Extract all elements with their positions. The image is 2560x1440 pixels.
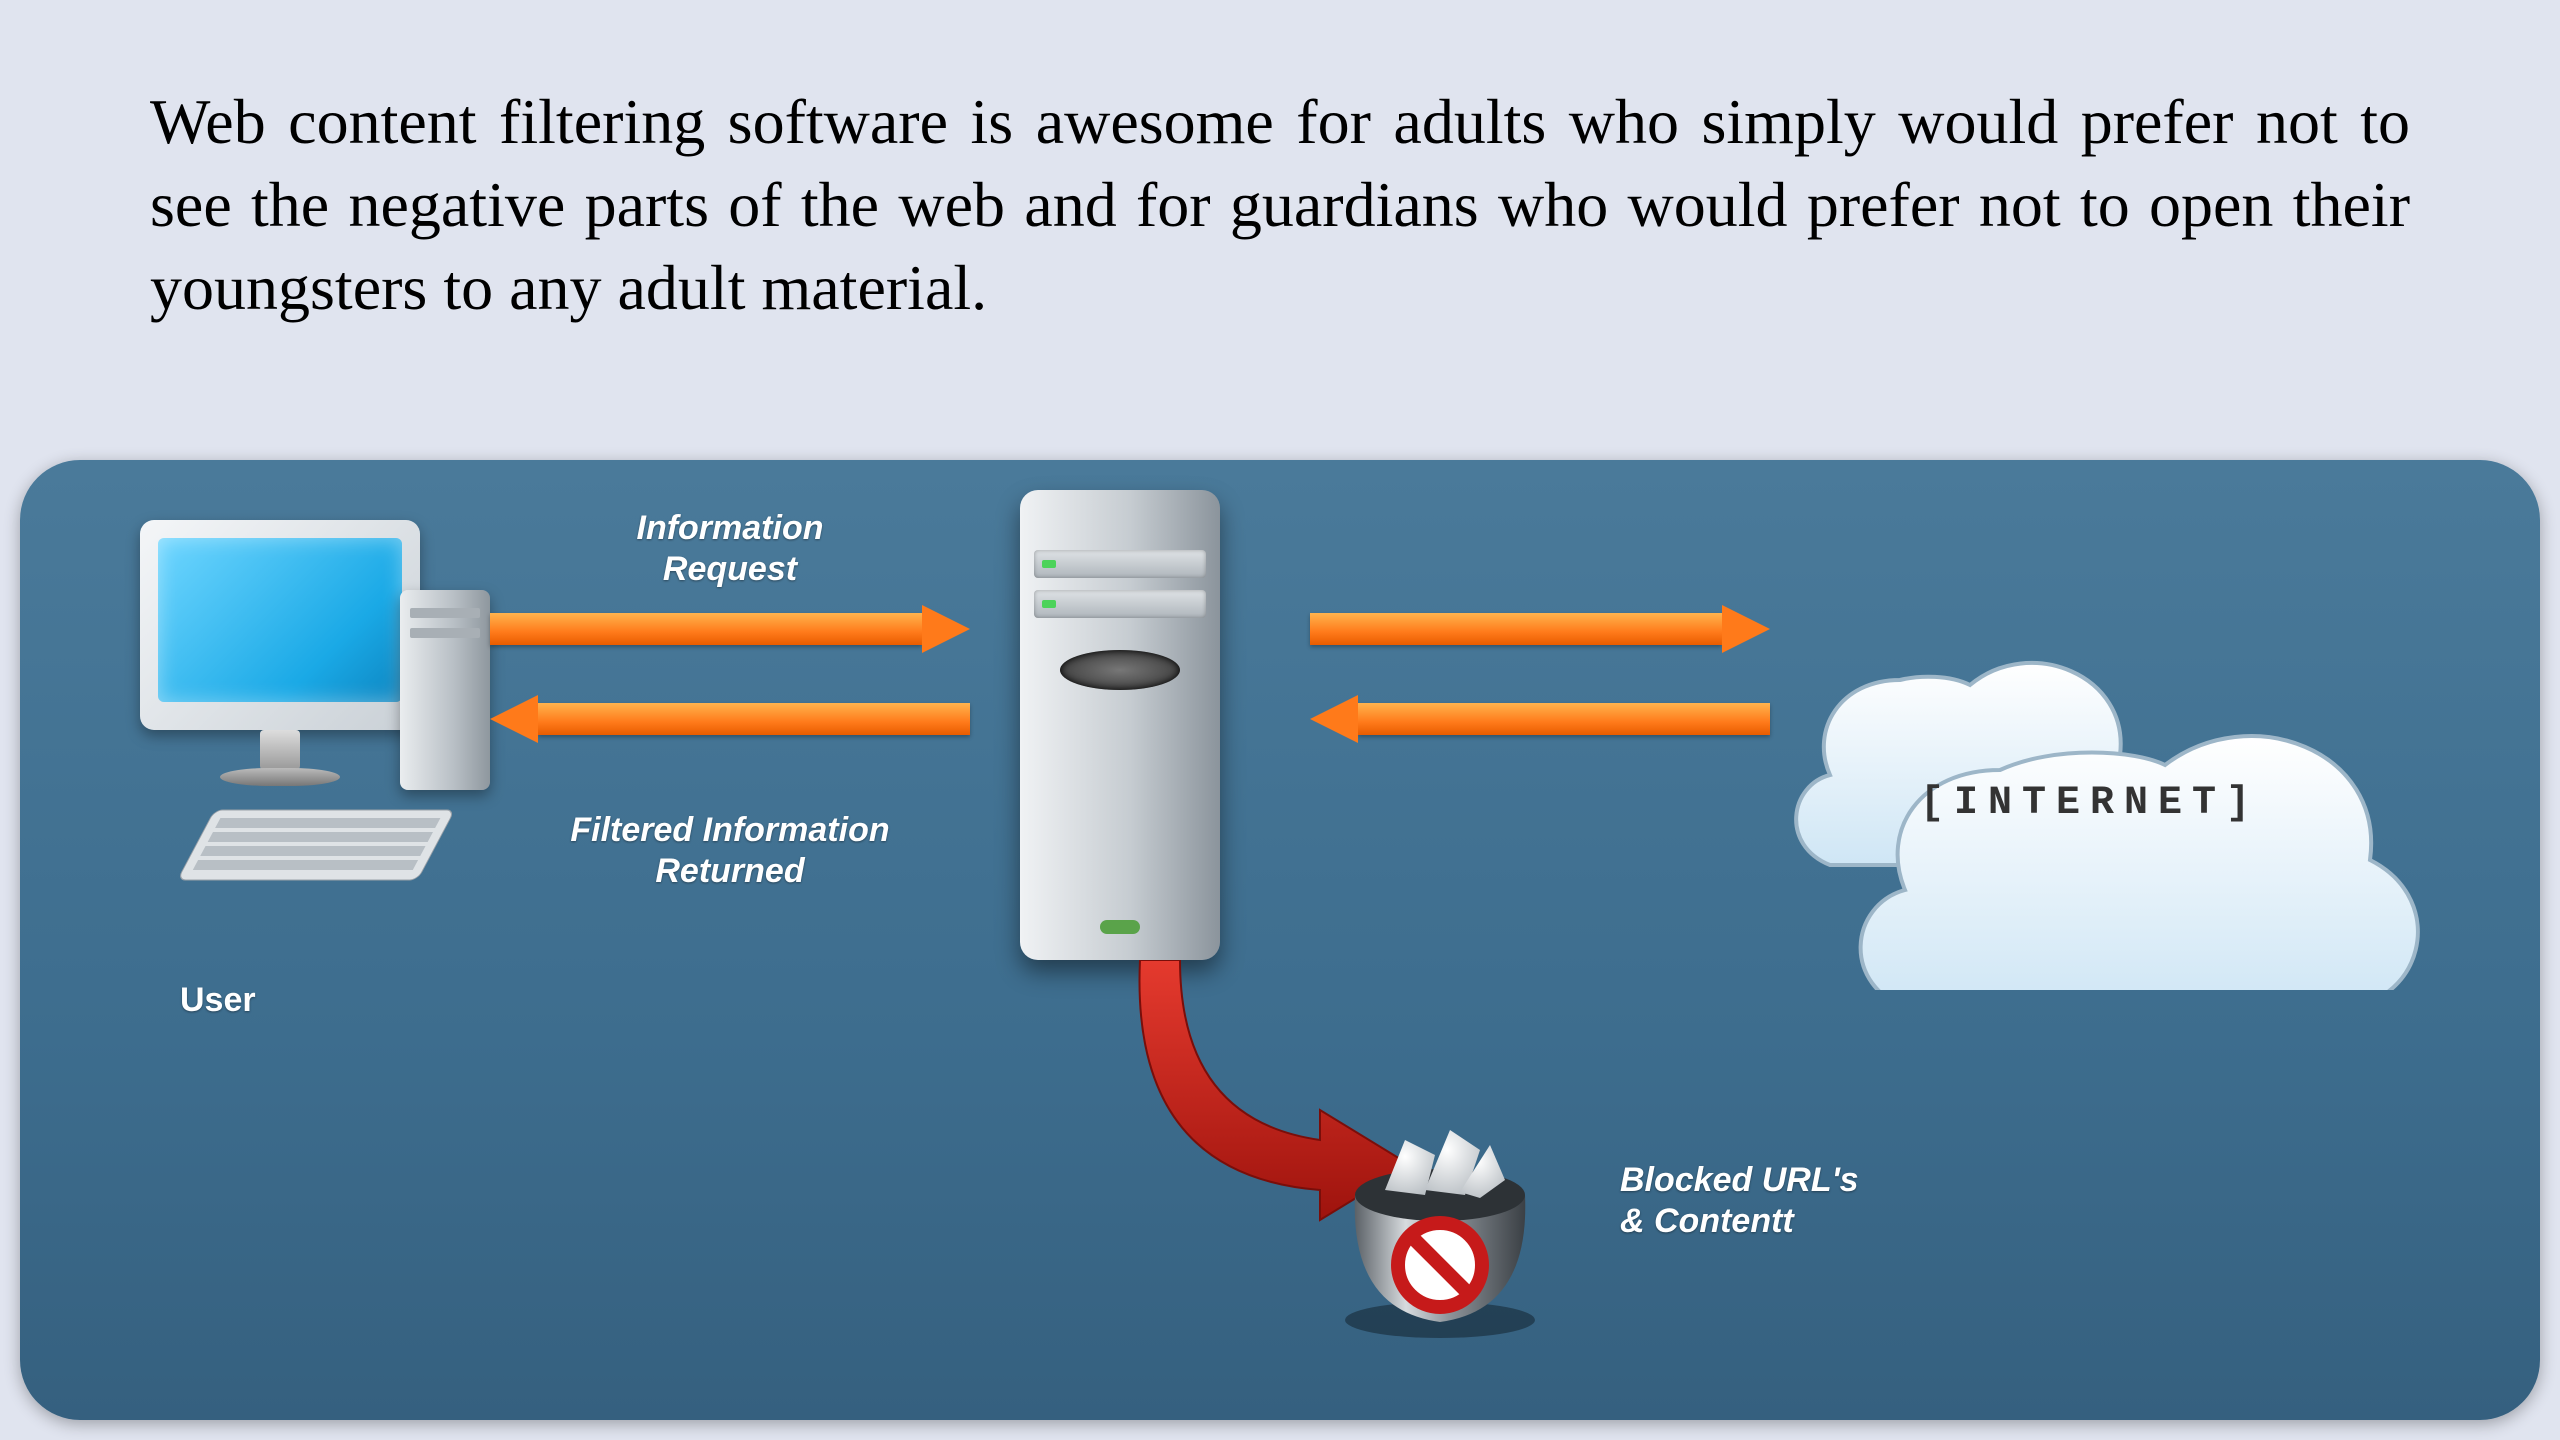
user-label: User <box>180 980 256 1021</box>
internet-label: [INTERNET] <box>1920 780 2260 828</box>
info-request-label: Information Request <box>580 508 880 590</box>
user-computer-icon <box>100 520 460 920</box>
trash-bin-icon <box>1330 1100 1550 1340</box>
arrow-return-icon <box>490 695 970 743</box>
arrow-from-internet-icon <box>1310 695 1770 743</box>
internet-cloud-icon <box>1780 540 2480 990</box>
arrow-request-icon <box>490 605 970 653</box>
filter-server-icon <box>980 490 1260 990</box>
arrow-to-internet-icon <box>1310 605 1770 653</box>
intro-paragraph: Web content filtering software is awesom… <box>150 80 2410 330</box>
blocked-label: Blocked URL's & Contentt <box>1620 1160 1940 1242</box>
filtered-return-label: Filtered Information Returned <box>540 810 920 892</box>
desktop-tower-icon <box>400 590 490 790</box>
keyboard-icon <box>140 800 460 920</box>
monitor-icon <box>140 520 420 730</box>
filtering-diagram: User Information Request Filtered Inform… <box>20 460 2540 1420</box>
